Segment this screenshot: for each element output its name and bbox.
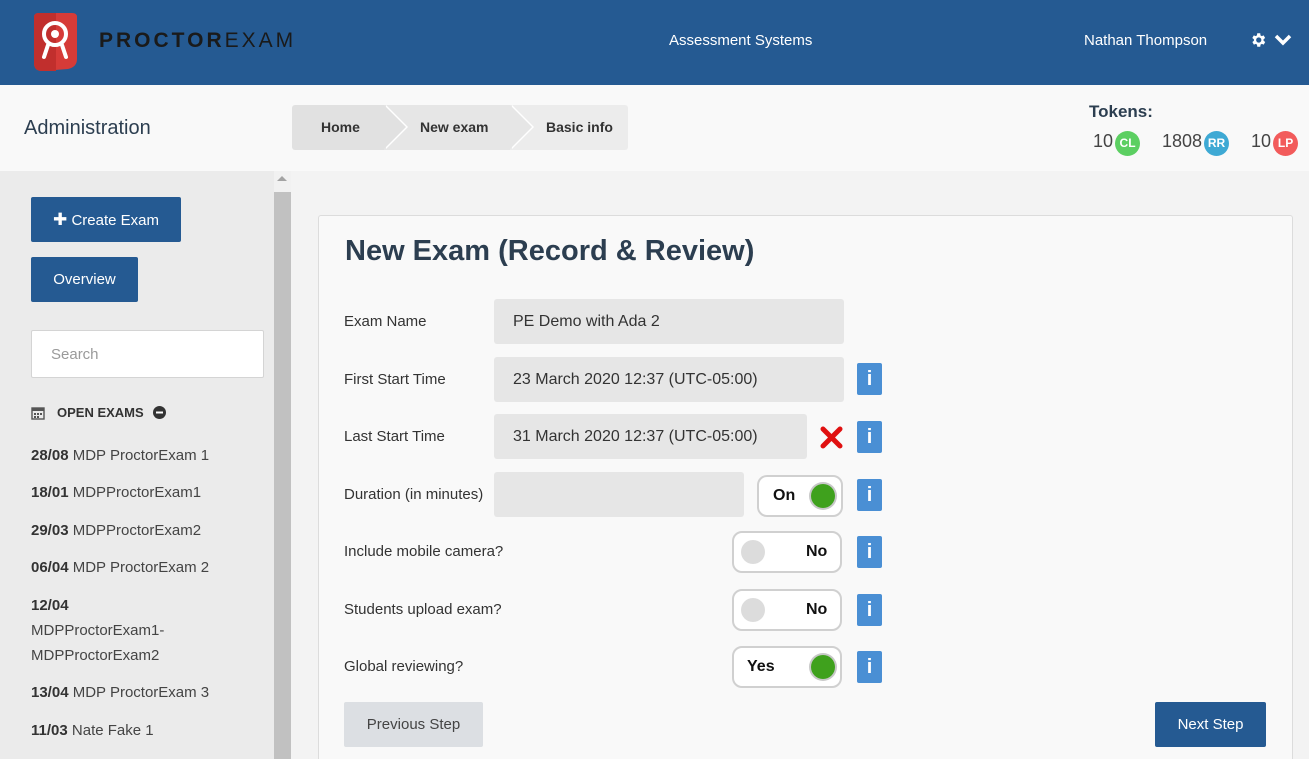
- brand-name: PROCTOREXAM: [99, 29, 297, 52]
- overview-button[interactable]: Overview: [31, 257, 138, 302]
- scrollbar-thumb[interactable]: [274, 192, 291, 759]
- info-icon[interactable]: i: [857, 651, 882, 683]
- info-icon[interactable]: i: [857, 479, 882, 511]
- exam-name-field[interactable]: PE Demo with Ada 2: [494, 299, 844, 344]
- students-upload-label: Students upload exam?: [344, 601, 502, 618]
- breadcrumb: Home New exam Basic info: [292, 105, 628, 150]
- last-start-time-label: Last Start Time: [344, 428, 445, 445]
- chevron-down-icon[interactable]: [1274, 33, 1292, 47]
- info-icon[interactable]: i: [857, 536, 882, 568]
- page-section-title: Administration: [24, 117, 151, 139]
- toggle-knob: [811, 655, 835, 679]
- toggle-knob: [741, 540, 765, 564]
- plus-icon: ✚: [53, 210, 68, 229]
- info-icon[interactable]: i: [857, 363, 882, 395]
- calendar-icon: [31, 406, 45, 420]
- sub-header: Administration Home New exam Basic info …: [0, 85, 1309, 171]
- exam-list-item[interactable]: 11/03 Nate Fake 1: [31, 718, 154, 743]
- token-cl: 10 CL: [1093, 127, 1141, 156]
- exam-list-item[interactable]: 13/04 MDP ProctorExam 3: [31, 680, 209, 705]
- scroll-up-arrow-icon[interactable]: [277, 176, 287, 181]
- exam-list-item[interactable]: 18/01 MDPProctorExam1: [31, 480, 201, 505]
- token-lp: 10 LP: [1251, 127, 1299, 156]
- duration-label: Duration (in minutes): [344, 486, 484, 503]
- info-icon[interactable]: i: [857, 594, 882, 626]
- duration-field[interactable]: [494, 472, 744, 517]
- previous-step-button[interactable]: Previous Step: [344, 702, 483, 747]
- token-rr: 1808 RR: [1162, 127, 1230, 156]
- next-step-button[interactable]: Next Step: [1155, 702, 1266, 747]
- exam-list-item[interactable]: 06/04 MDP ProctorExam 2: [31, 555, 209, 580]
- first-start-time-label: First Start Time: [344, 371, 446, 388]
- toggle-knob: [811, 484, 835, 508]
- user-name[interactable]: Nathan Thompson: [1084, 32, 1207, 49]
- exam-list-item[interactable]: 29/03 MDPProctorExam2: [31, 518, 201, 543]
- info-icon[interactable]: i: [857, 421, 882, 453]
- collapse-minus-icon[interactable]: [152, 406, 166, 419]
- gear-icon[interactable]: [1249, 31, 1267, 49]
- create-exam-button[interactable]: ✚ Create Exam: [31, 197, 181, 242]
- token-count: 1808: [1162, 131, 1203, 151]
- token-badge-cl: CL: [1115, 131, 1141, 156]
- duration-toggle[interactable]: On: [757, 475, 843, 517]
- first-start-time-field[interactable]: 23 March 2020 12:37 (UTC-05:00): [494, 357, 844, 402]
- exam-list-item[interactable]: 28/08 MDP ProctorExam 1: [31, 443, 209, 468]
- top-bar: PROCTOREXAM Assessment Systems Nathan Th…: [0, 0, 1309, 85]
- exam-list-item[interactable]: 12/04 MDPProctorExam1- MDPProctorExam2: [31, 593, 164, 668]
- token-count: 10: [1251, 131, 1272, 151]
- toggle-knob: [741, 598, 765, 622]
- page-title: New Exam (Record & Review): [345, 235, 755, 267]
- tokens-label: Tokens:: [1089, 102, 1153, 121]
- exam-name-label: Exam Name: [344, 313, 427, 330]
- open-exams-header: OPEN EXAMS: [31, 405, 166, 420]
- token-badge-rr: RR: [1204, 131, 1230, 156]
- proctorexam-logo-icon[interactable]: [30, 11, 81, 72]
- breadcrumb-home[interactable]: Home: [292, 105, 408, 150]
- mobile-camera-label: Include mobile camera?: [344, 543, 504, 560]
- organization-name: Assessment Systems: [669, 32, 813, 49]
- mobile-camera-toggle[interactable]: No: [732, 531, 842, 573]
- search-input[interactable]: [31, 330, 264, 378]
- global-reviewing-label: Global reviewing?: [344, 658, 464, 675]
- global-reviewing-toggle[interactable]: Yes: [732, 646, 842, 688]
- last-start-time-field[interactable]: 31 March 2020 12:37 (UTC-05:00): [494, 414, 807, 459]
- clear-x-icon[interactable]: [820, 426, 843, 449]
- token-count: 10: [1093, 131, 1114, 151]
- students-upload-toggle[interactable]: No: [732, 589, 842, 631]
- token-badge-lp: LP: [1273, 131, 1299, 156]
